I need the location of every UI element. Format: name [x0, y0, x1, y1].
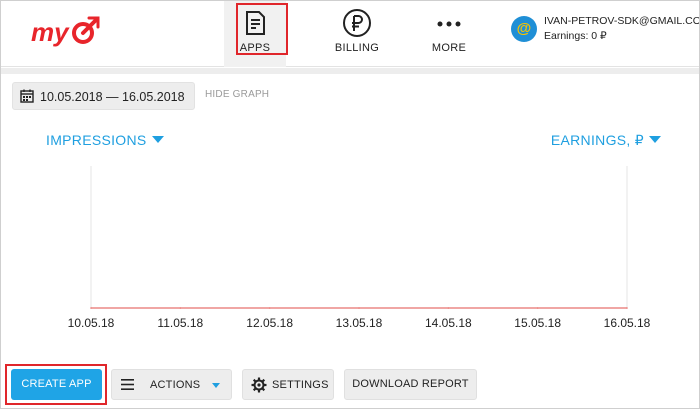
series-point — [268, 307, 271, 309]
series-point — [179, 307, 182, 309]
x-tick-label: 10.05.18 — [68, 316, 115, 330]
menu-icon — [121, 379, 134, 390]
nav-apps-label: APPS — [239, 42, 271, 54]
series-point — [536, 307, 539, 309]
svg-text:my: my — [31, 17, 70, 47]
user-email: IVAN-PETROV-SDK@GMAIL.COM — [544, 15, 700, 27]
caret-down-icon — [649, 136, 661, 143]
avatar: @ — [511, 16, 537, 42]
settings-label: SETTINGS — [272, 379, 329, 391]
user-earnings: Earnings: 0 ₽ — [544, 30, 607, 42]
metric-right-label: EARNINGS, ₽ — [550, 132, 644, 148]
metric-left-selector[interactable]: IMPRESSIONS — [46, 132, 164, 148]
x-tick-label: 11.05.18 — [157, 316, 203, 330]
gear-icon — [251, 377, 267, 393]
chart-svg: 10.05.18 11.05.18 12.05.18 13.05.18 14.05.18… — [68, 166, 651, 330]
series-point — [358, 307, 360, 309]
top-navigation-bar: my APPS BILLING MORE @ IVAN-PETROV-SDK@G… — [1, 1, 699, 67]
app-window: my APPS BILLING MORE @ IVAN-PETROV-SDK@G… — [0, 0, 700, 409]
x-tick-label: 13.05.18 — [336, 316, 383, 330]
x-tick-label: 16.05.18 — [604, 316, 651, 330]
mytarget-logo[interactable]: my — [29, 11, 109, 51]
metric-left-label: IMPRESSIONS — [46, 132, 147, 148]
nav-more[interactable]: MORE — [399, 1, 499, 67]
nav-more-label: MORE — [431, 42, 467, 54]
calendar-icon — [20, 89, 34, 103]
hide-graph-link[interactable]: HIDE GRAPH — [205, 89, 269, 100]
x-tick-label: 14.05.18 — [425, 316, 472, 330]
stats-chart: 10.05.18 11.05.18 12.05.18 13.05.18 14.05.18… — [1, 151, 699, 336]
create-app-button[interactable]: CREATE APP — [11, 369, 102, 400]
nav-billing-label: BILLING — [334, 42, 380, 54]
nav-apps[interactable]: APPS — [224, 1, 286, 67]
nav-billing[interactable]: BILLING — [307, 1, 407, 67]
more-icon — [437, 21, 461, 27]
settings-button[interactable]: SETTINGS — [242, 369, 334, 400]
series-point — [447, 307, 450, 309]
metric-right-selector[interactable]: EARNINGS, ₽ — [551, 132, 661, 149]
series-point — [626, 307, 628, 309]
actions-dropdown[interactable]: ACTIONS — [111, 369, 232, 400]
download-report-button[interactable]: DOWNLOAD REPORT — [344, 369, 477, 400]
dropdown-arrow-icon — [212, 383, 220, 388]
series-point — [90, 307, 92, 309]
caret-down-icon — [151, 136, 164, 143]
x-tick-label: 15.05.18 — [514, 316, 561, 330]
date-range-picker[interactable]: 10.05.2018 — 16.05.2018 — [12, 82, 195, 110]
header-divider — [1, 68, 699, 74]
ruble-icon — [343, 9, 371, 37]
actions-label: ACTIONS — [150, 379, 201, 391]
x-tick-label: 12.05.18 — [246, 316, 293, 330]
document-icon — [246, 11, 265, 35]
date-range-text: 10.05.2018 — 16.05.2018 — [40, 90, 185, 104]
